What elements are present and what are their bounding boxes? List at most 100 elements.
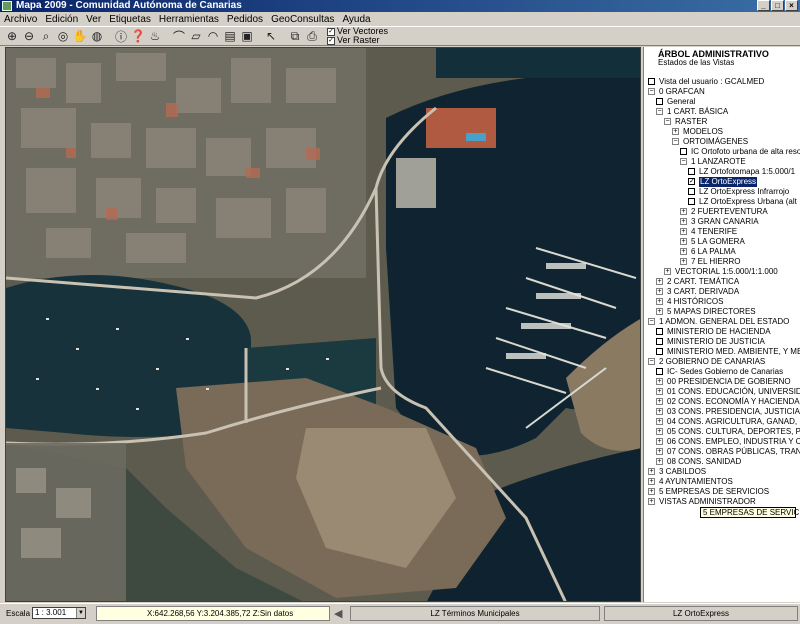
arrow-left-icon[interactable]: ◀ [334,607,342,620]
layer-checkbox[interactable] [656,338,663,345]
tree-item[interactable]: +3 GRAN CANARIA [644,217,800,227]
image-icon[interactable]: ▣ [239,28,255,44]
expand-icon[interactable]: + [656,288,663,295]
expand-icon[interactable]: + [680,248,687,255]
expand-icon[interactable]: + [648,498,655,505]
collapse-icon[interactable]: − [648,88,655,95]
expand-icon[interactable]: + [656,398,663,405]
tree-item[interactable]: LZ OrtoExpress Urbana (alt [644,197,800,207]
tree-item[interactable]: +01 CONS. EDUCACIÓN, UNIVERSIDADES [644,387,800,397]
tree-item[interactable]: +3 CABILDOS [644,467,800,477]
menu-herramientas[interactable]: Herramientas [159,14,219,25]
tree-item[interactable]: +5 LA GOMERA [644,237,800,247]
tree-item[interactable]: LZ Ortofotomapa 1:5.000/1 [644,167,800,177]
tree-item[interactable]: +02 CONS. ECONOMÍA Y HACIENDA Y SEG [644,397,800,407]
collapse-icon[interactable]: − [680,158,687,165]
tree-item[interactable]: IC Ortofoto urbana de alta resol [644,147,800,157]
tree-item[interactable]: Vista del usuario : GCALMED [644,77,800,87]
expand-icon[interactable]: + [680,238,687,245]
tree-item[interactable]: LZ OrtoExpress Infrarrojo [644,187,800,197]
pan-hand-icon[interactable]: ✋ [72,28,88,44]
ver-raster-checkbox[interactable]: ✓ Ver Raster [327,36,388,45]
expand-icon[interactable]: + [648,478,655,485]
tree-item[interactable]: −1 CART. BÁSICA [644,107,800,117]
measure-area-icon[interactable]: ▱ [188,28,204,44]
minimize-button[interactable]: _ [757,0,770,11]
expand-icon[interactable]: + [656,428,663,435]
layer-checkbox[interactable] [656,328,663,335]
tree-item[interactable]: +4 AYUNTAMIENTOS [644,477,800,487]
expand-icon[interactable]: + [648,468,655,475]
tree-item[interactable]: General [644,97,800,107]
tree-item[interactable]: +5 EMPRESAS DE SERVICIOS [644,487,800,497]
tree-item[interactable]: +00 PRESIDENCIA DE GOBIERNO [644,377,800,387]
collapse-icon[interactable]: − [656,108,663,115]
map-view[interactable] [5,47,641,602]
collapse-icon[interactable]: − [648,318,655,325]
info-icon[interactable]: ⓘ [113,28,129,44]
layer-checkbox[interactable] [656,348,663,355]
zoom-window-icon[interactable]: ⌕ [38,28,54,44]
expand-icon[interactable]: + [656,278,663,285]
tree-item[interactable]: +07 CONS. OBRAS PÚBLICAS, TRANSPOR [644,447,800,457]
expand-icon[interactable]: + [656,418,663,425]
zoom-out-icon[interactable]: ⊖ [21,28,37,44]
zoom-in-icon[interactable]: ⊕ [4,28,20,44]
profile-icon[interactable]: ◠ [205,28,221,44]
copy-icon[interactable]: ⧉ [287,28,303,44]
tree-item[interactable]: +2 FUERTEVENTURA [644,207,800,217]
print-icon[interactable]: ⎙ [304,28,320,44]
expand-icon[interactable]: + [656,458,663,465]
layer-checkbox[interactable] [688,188,695,195]
expand-icon[interactable]: + [672,128,679,135]
globe-icon[interactable]: ◍ [89,28,105,44]
expand-icon[interactable]: + [680,208,687,215]
tree-item[interactable]: +5 MAPAS DIRECTORES [644,307,800,317]
layer-checkbox[interactable] [656,98,663,105]
tree-item[interactable]: −1 ADMON. GENERAL DEL ESTADO [644,317,800,327]
collapse-icon[interactable]: − [664,118,671,125]
tree-item[interactable]: −0 GRAFCAN [644,87,800,97]
menu-etiquetas[interactable]: Etiquetas [109,14,151,25]
tree-item[interactable]: +05 CONS. CULTURA, DEPORTES, POLIT [644,427,800,437]
expand-icon[interactable]: + [648,488,655,495]
tree-item[interactable]: +08 CONS. SANIDAD [644,457,800,467]
layers-icon[interactable]: ▤ [222,28,238,44]
tree-item[interactable]: − ORTOIMÁGENES [644,137,800,147]
tree-item[interactable]: MINISTERIO DE JUSTICIA [644,337,800,347]
tree-item[interactable]: +2 CART. TEMÁTICA [644,277,800,287]
menu-pedidos[interactable]: Pedidos [227,14,263,25]
collapse-icon[interactable]: − [648,358,655,365]
expand-icon[interactable]: + [656,388,663,395]
tree-item[interactable]: +3 CART. DERIVADA [644,287,800,297]
layer-checkbox[interactable] [688,168,695,175]
tree-item[interactable]: +4 TENERIFE [644,227,800,237]
close-button[interactable]: × [785,0,798,11]
layer-checkbox[interactable]: ✓ [688,178,695,185]
query-icon[interactable]: ❓ [130,28,146,44]
layer-checkbox[interactable] [656,368,663,375]
tree-item[interactable]: +03 CONS. PRESIDENCIA, JUSTICIA E IGU [644,407,800,417]
expand-icon[interactable]: + [680,258,687,265]
expand-icon[interactable]: + [656,438,663,445]
tree-item[interactable]: IC- Sedes Gobierno de Canarias [644,367,800,377]
layer-checkbox[interactable] [680,148,687,155]
collapse-icon[interactable]: − [672,138,679,145]
expand-icon[interactable]: + [680,228,687,235]
tree-item[interactable]: +4 HISTÓRICOS [644,297,800,307]
layer-checkbox[interactable] [688,198,695,205]
menu-ayuda[interactable]: Ayuda [342,14,370,25]
expand-icon[interactable]: + [680,218,687,225]
expand-icon[interactable]: + [656,378,663,385]
zoom-extent-icon[interactable]: ◎ [55,28,71,44]
tree-item[interactable]: +7 EL HIERRO [644,257,800,267]
tree-item[interactable]: +6 LA PALMA [644,247,800,257]
expand-icon[interactable]: + [656,298,663,305]
tree-item[interactable]: +06 CONS. EMPLEO, INDUSTRIA Y COME [644,437,800,447]
tree-item[interactable]: +04 CONS. AGRICULTURA, GANAD, PESC [644,417,800,427]
cursor-tool-icon[interactable]: ↖ [263,28,279,44]
measure-line-icon[interactable]: ⌒ [171,28,187,44]
expand-icon[interactable]: + [656,448,663,455]
menu-geoconsultas[interactable]: GeoConsultas [271,14,334,25]
menu-edicion[interactable]: Edición [45,14,78,25]
